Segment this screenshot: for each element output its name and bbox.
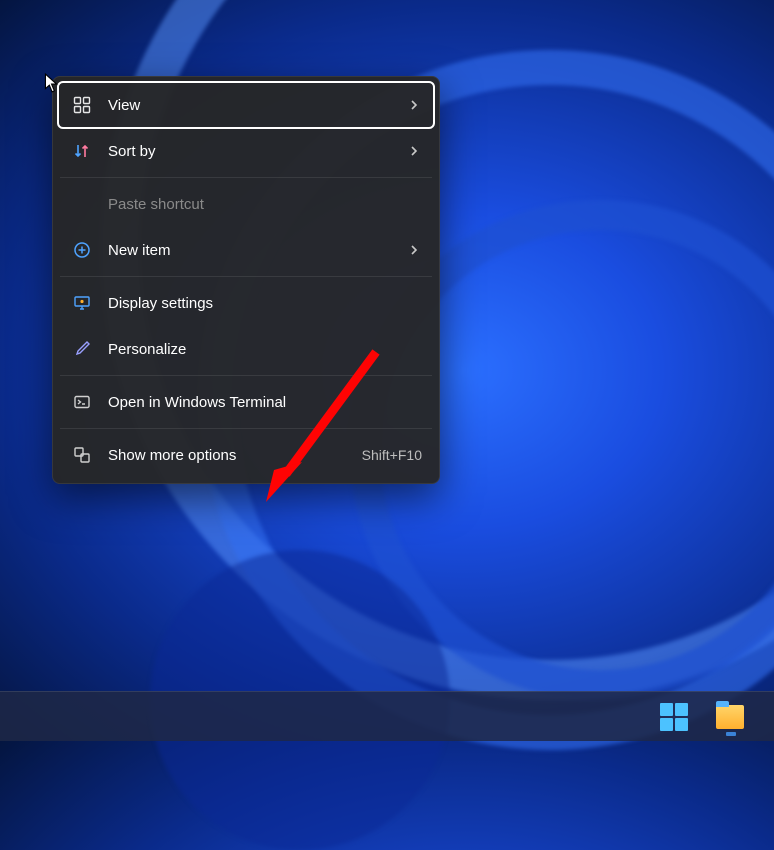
menu-separator — [60, 177, 432, 178]
start-button[interactable] — [660, 703, 688, 731]
menu-item-label: Sort by — [108, 143, 390, 160]
menu-item-shortcut: Shift+F10 — [362, 447, 422, 463]
menu-item-personalize[interactable]: Personalize — [58, 326, 434, 372]
mouse-cursor — [44, 73, 58, 93]
terminal-icon — [72, 392, 92, 412]
chevron-right-icon — [406, 99, 422, 111]
chevron-right-icon — [406, 145, 422, 157]
plus-circle-icon — [72, 240, 92, 260]
menu-item-label: Paste shortcut — [108, 196, 422, 213]
desktop-context-menu: View Sort by Paste shortcut New item — [52, 76, 440, 484]
sort-icon — [72, 141, 92, 161]
view-icon — [72, 95, 92, 115]
blank-icon — [72, 194, 92, 214]
file-explorer-button[interactable] — [716, 703, 744, 731]
menu-item-label: Personalize — [108, 341, 422, 358]
menu-item-view[interactable]: View — [58, 82, 434, 128]
menu-item-open-terminal[interactable]: Open in Windows Terminal — [58, 379, 434, 425]
menu-separator — [60, 375, 432, 376]
windows-logo-icon — [660, 703, 688, 731]
taskbar — [0, 691, 774, 741]
paintbrush-icon — [72, 339, 92, 359]
menu-item-show-more-options[interactable]: Show more options Shift+F10 — [58, 432, 434, 478]
menu-item-paste-shortcut: Paste shortcut — [58, 181, 434, 227]
menu-item-display-settings[interactable]: Display settings — [58, 280, 434, 326]
folder-icon — [716, 705, 744, 729]
menu-item-new-item[interactable]: New item — [58, 227, 434, 273]
chevron-right-icon — [406, 244, 422, 256]
menu-separator — [60, 276, 432, 277]
menu-item-label: New item — [108, 242, 390, 259]
menu-item-label: Display settings — [108, 295, 422, 312]
menu-item-label: Open in Windows Terminal — [108, 394, 422, 411]
menu-item-sort-by[interactable]: Sort by — [58, 128, 434, 174]
menu-item-label: Show more options — [108, 447, 346, 464]
show-more-icon — [72, 445, 92, 465]
display-settings-icon — [72, 293, 92, 313]
menu-item-label: View — [108, 97, 390, 114]
menu-separator — [60, 428, 432, 429]
